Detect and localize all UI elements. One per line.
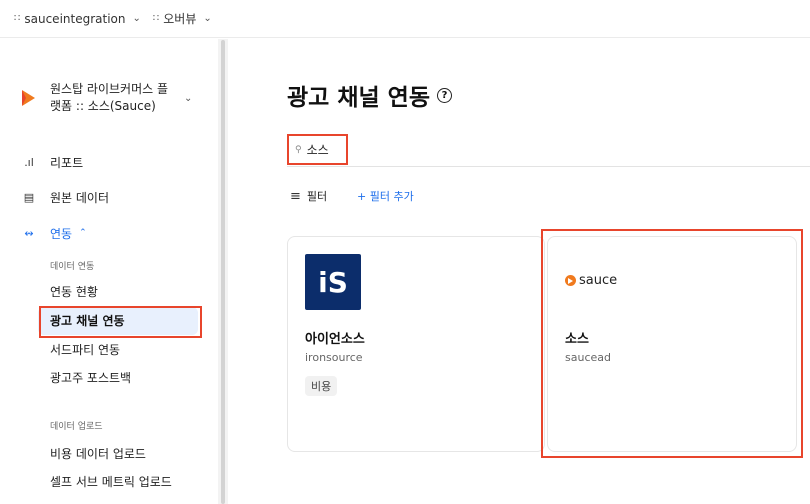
sidebar-item-raw-data[interactable]: ▤ 원본 데이터 <box>20 187 109 207</box>
sidebar-item-integration[interactable]: ↭ 연동 ⌃ <box>20 223 87 243</box>
sidebar-item-label: 원본 데이터 <box>50 190 110 205</box>
add-filter-button[interactable]: + 필터 추가 <box>357 188 414 204</box>
help-icon[interactable]: ? <box>436 87 452 103</box>
chevron-up-icon: ⌃ <box>79 228 87 238</box>
chevron-down-icon: ⌄ <box>184 92 193 104</box>
app-name: 원스탑 라이브커머스 플랫폼 :: 소스(Sauce) <box>50 82 169 113</box>
view-label: 오버뷰 <box>163 12 197 26</box>
sidebar-subitem-advertiser-postback[interactable]: 광고주 포스트백 <box>50 368 131 388</box>
sidebar-subitem-cost-upload[interactable]: 비용 데이터 업로드 <box>50 444 146 464</box>
search-underline <box>287 166 810 167</box>
grid-icon: ∷ <box>152 13 160 24</box>
database-icon: ▤ <box>23 190 35 204</box>
org-icon: ∷ <box>14 13 21 24</box>
bar-chart-icon: .ıl <box>24 155 34 169</box>
sidebar-item-label: 연동 <box>50 226 73 241</box>
highlight-box <box>541 229 803 458</box>
sidebar-scroll-thumb[interactable] <box>221 40 225 504</box>
card-subtitle: ironsource <box>305 351 363 364</box>
page-title-text: 광고 채널 연동 <box>287 85 430 111</box>
sidebar-item-report[interactable]: .ıl 리포트 <box>20 152 83 172</box>
section-heading-data-upload: 데이터 업로드 <box>50 422 103 432</box>
sidebar-subitem-third-party[interactable]: 서드파티 연동 <box>50 340 120 360</box>
chevron-down-icon: ⌄ <box>132 13 141 24</box>
section-heading-data-integration: 데이터 연동 <box>50 262 95 272</box>
top-bar: ∷ sauceintegration ⌄ ∷ 오버뷰 ⌄ <box>0 0 810 38</box>
page-title: 광고 채널 연동 ? <box>287 78 452 112</box>
sidebar-subitem-self-serve-upload[interactable]: 셀프 서브 메트릭 업로드 <box>50 472 172 492</box>
filter-icon: ≡ <box>290 188 301 204</box>
sidebar-item-label: 리포트 <box>50 155 84 170</box>
app-logo-icon <box>22 90 35 106</box>
view-switcher[interactable]: ∷ 오버뷰 ⌄ <box>153 10 212 27</box>
workspace-switcher[interactable]: ∷ sauceintegration ⌄ <box>14 12 141 26</box>
cost-badge: 비용 <box>305 376 338 396</box>
highlight-box <box>39 306 202 338</box>
ironsource-logo: iS <box>305 254 361 310</box>
filter-label: 필터 <box>306 190 328 203</box>
card-title: 아이언소스 <box>305 332 365 347</box>
app-selector[interactable]: 원스탑 라이브커머스 플랫폼 :: 소스(Sauce) ⌄ <box>20 78 200 118</box>
integration-icon: ↭ <box>24 226 34 240</box>
highlight-box <box>287 134 348 165</box>
sidebar-subitem-status[interactable]: 연동 현황 <box>50 282 98 302</box>
chevron-down-icon: ⌄ <box>203 13 212 24</box>
filter-button[interactable]: ≡ 필터 <box>290 188 327 204</box>
workspace-label: sauceintegration <box>24 11 126 26</box>
